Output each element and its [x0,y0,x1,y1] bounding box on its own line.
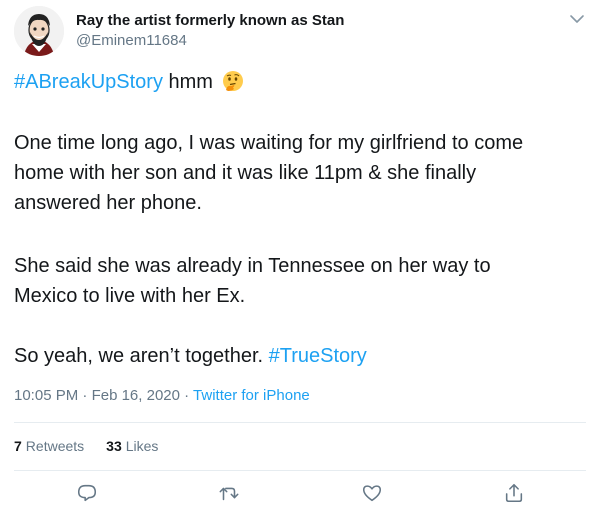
retweets-label: Retweets [25,438,85,454]
divider [14,422,586,423]
tweet-source[interactable]: Twitter for iPhone [193,387,310,404]
tweet-text-hmm: hmm [162,71,213,93]
tweet-text-line: home with her son and it was like 11pm &… [14,162,477,184]
tweet-meta: 10:05 PM · Feb 16, 2020 · Twitter for iP… [14,387,310,404]
hashtag-truestory[interactable]: #TrueStory [269,345,367,367]
thinking-face-emoji-icon [222,70,244,92]
retweets-stat[interactable]: 7 Retweets [14,438,84,454]
tweet-first-line: #ABreakUpStory hmm [14,69,244,95]
tweet-stats: 7 Retweets 33 Likes [14,438,180,454]
retweet-icon[interactable] [218,482,242,506]
likes-count: 33 [106,438,122,454]
reply-icon[interactable] [76,482,100,506]
chevron-down-icon[interactable] [568,12,586,26]
author-display-name[interactable]: Ray the artist formerly known as Stan [76,12,344,29]
tweet-text-line: answered her phone. [14,192,202,214]
tweet-date[interactable]: Feb 16, 2020 [92,387,180,404]
tweet-card: Ray the artist formerly known as Stan @E… [0,0,600,518]
share-icon[interactable] [503,482,527,506]
likes-label: Likes [125,438,159,454]
author-handle[interactable]: @Eminem11684 [76,32,187,49]
like-icon[interactable] [361,482,385,506]
hashtag-abreakupstory[interactable]: #ABreakUpStory [14,71,163,93]
tweet-text-line: So yeah, we aren’t together. [14,345,269,367]
tweet-text-line: She said she was already in Tennessee on… [14,255,491,277]
divider [14,470,586,471]
tweet-time[interactable]: 10:05 PM [14,387,78,404]
avatar[interactable] [14,6,64,56]
tweet-text-line: One time long ago, I was waiting for my … [14,132,524,154]
tweet-last-line: So yeah, we aren’t together. #TrueStory [14,343,367,369]
likes-stat[interactable]: 33 Likes [106,438,158,454]
retweets-count: 7 [14,438,22,454]
tweet-text-line: Mexico to live with her Ex. [14,285,246,307]
meta-separator: · [179,387,194,404]
meta-separator: · [78,387,92,404]
